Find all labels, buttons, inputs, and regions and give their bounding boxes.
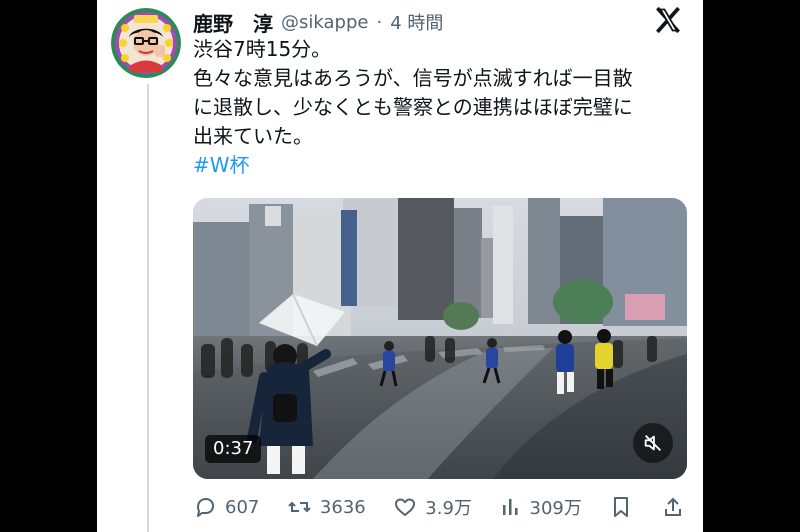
tweet-line-3: に退散し、少なくとも警察との連携はほぼ完璧に — [193, 95, 633, 119]
screenshot-frame: 鹿野 淳 @sikappe · 4 時間 渋谷7時15分。 色々な意見はあろうが… — [0, 0, 800, 532]
avatar[interactable] — [111, 8, 181, 78]
mute-button[interactable] — [633, 423, 673, 463]
hashtag-link[interactable]: #W杯 — [193, 151, 687, 180]
x-logo[interactable] — [653, 5, 683, 35]
bookmark-icon — [614, 497, 629, 517]
reply-count: 607 — [225, 496, 260, 518]
action-bar: 607 3636 3.9万 309万 — [193, 491, 685, 523]
meta-separator: · — [376, 11, 383, 33]
x-logo-icon — [656, 6, 680, 34]
views-icon — [502, 499, 517, 515]
view-count: 309万 — [529, 498, 582, 519]
tweet-line-4: 出来ていた。 — [193, 124, 313, 148]
tweet-text: 渋谷7時15分。 色々な意見はあろうが、信号が点滅すれば一目散 に退散し、少なく… — [193, 35, 687, 180]
tweet-line-1: 渋谷7時15分。 — [193, 37, 332, 61]
repost-icon — [288, 501, 311, 513]
author-name[interactable]: 鹿野 淳 — [193, 8, 273, 37]
video-duration: 0:37 — [205, 435, 262, 463]
views-button[interactable]: 309万 — [500, 494, 582, 520]
author-handle[interactable]: @sikappe — [281, 12, 368, 33]
video-player[interactable]: 0:37 — [193, 198, 687, 479]
share-icon — [664, 497, 681, 516]
heart-icon — [395, 498, 416, 516]
repost-count: 3636 — [319, 496, 366, 518]
tweet-line-2: 色々な意見はあろうが、信号が点滅すれば一目散 — [193, 66, 633, 90]
tweet-card: 鹿野 淳 @sikappe · 4 時間 渋谷7時15分。 色々な意見はあろうが… — [97, 0, 703, 532]
thread-line — [147, 84, 149, 532]
mute-icon — [644, 435, 661, 451]
share-button[interactable] — [661, 495, 685, 519]
like-count: 3.9万 — [425, 498, 472, 519]
video-thumbnail — [193, 198, 687, 479]
author-row: 鹿野 淳 @sikappe · 4 時間 — [193, 8, 685, 36]
like-button[interactable]: 3.9万 — [393, 494, 472, 520]
avatar-illustration — [111, 8, 181, 78]
post-time[interactable]: 4 時間 — [390, 9, 443, 35]
reply-button[interactable]: 607 — [193, 495, 259, 519]
repost-button[interactable]: 3636 — [287, 495, 366, 519]
bookmark-button[interactable] — [609, 495, 633, 519]
reply-icon — [197, 498, 214, 517]
